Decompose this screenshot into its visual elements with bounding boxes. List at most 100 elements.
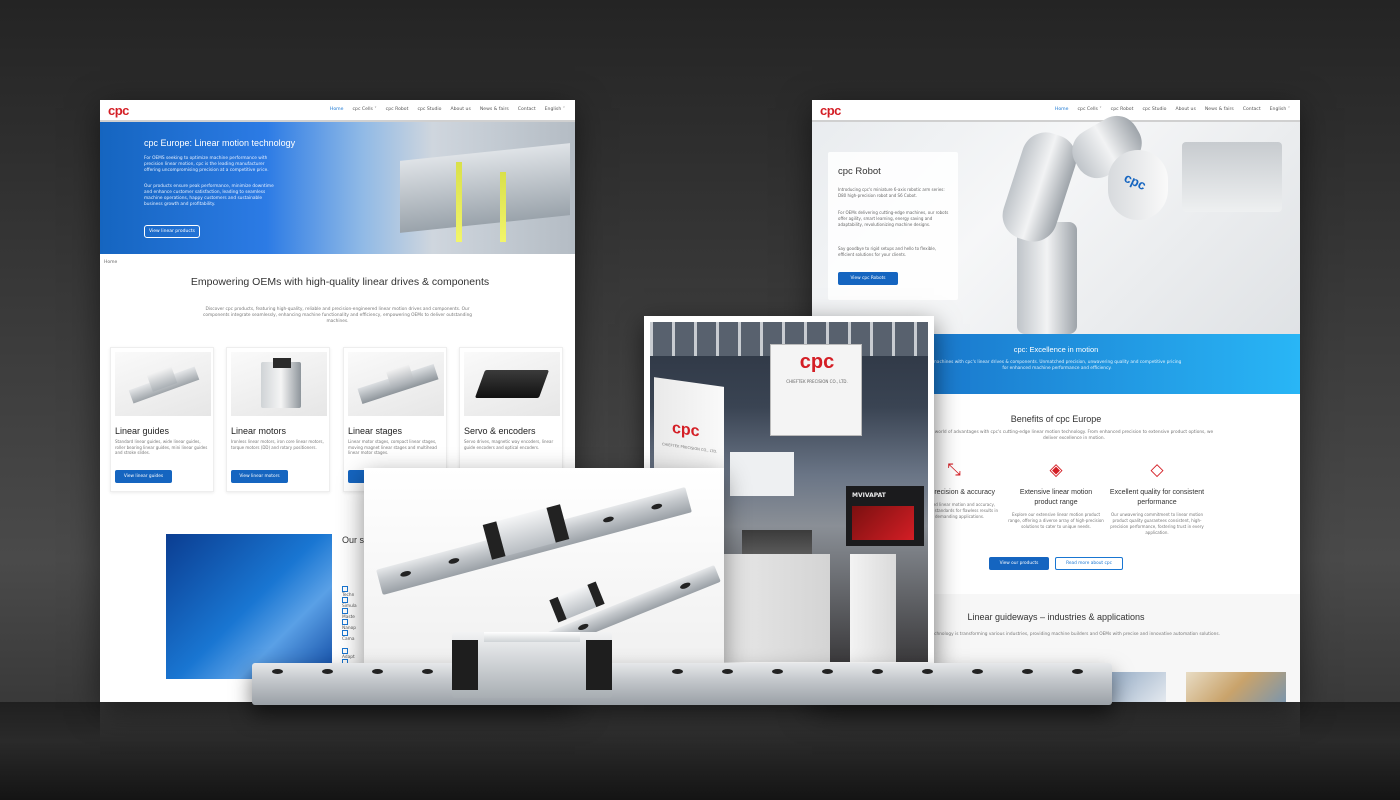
visitors-crowd xyxy=(742,530,812,554)
checkbox-icon xyxy=(342,608,348,614)
cpc-logo[interactable]: cpc xyxy=(820,103,841,118)
card-text: Servo drives, magnetic way encoders, lin… xyxy=(464,439,554,450)
robot-hero: cpc cpc Robot Introducing cpc's miniatur… xyxy=(812,107,1300,334)
machine-image xyxy=(400,143,570,233)
benefits-heading: Benefits of cpc Europe xyxy=(1010,414,1102,424)
nav-news[interactable]: News & fairs xyxy=(1205,107,1234,112)
view-our-products-button[interactable]: View our products xyxy=(989,557,1049,570)
view-cpc-robots-button[interactable]: View cpc Robots xyxy=(838,272,898,285)
nav-home[interactable]: Home xyxy=(1055,107,1069,112)
nav-links: Home cpc Cells ˅ cpc Robot cpc Studio Ab… xyxy=(1055,107,1290,112)
hanging-sign: cpc CHIEFTEK PRECISION CO., LTD. xyxy=(770,344,862,436)
breadcrumb[interactable]: Home xyxy=(104,260,117,265)
nav-robot[interactable]: cpc Robot xyxy=(1111,107,1134,112)
band-text: machines with cpc's linear drives & comp… xyxy=(932,360,1182,371)
benefit-title: Excellent quality for consistent perform… xyxy=(1109,489,1205,506)
manufacturing-image: Our s... need Techn Simula Maste Nanop C… xyxy=(166,534,394,679)
nav-language[interactable]: English ˅ xyxy=(545,107,565,112)
floor-reflection xyxy=(100,702,1300,742)
benefit-item: ◈ Extensive linear motion product range … xyxy=(1008,460,1104,530)
benefit-text: Explore our extensive linear motion prod… xyxy=(1008,512,1104,529)
hero-paragraph: For OEMS seeking to optimize machine per… xyxy=(144,156,269,173)
hero-paragraph: For OEMs delivering cutting-edge machine… xyxy=(838,210,949,227)
card-title: Linear motors xyxy=(231,426,287,436)
product-card[interactable]: Linear guides Standard linear guides, wi… xyxy=(110,347,214,492)
nav-cells[interactable]: cpc Cells ˅ xyxy=(1078,107,1102,112)
nav-studio[interactable]: cpc Studio xyxy=(1142,107,1166,112)
view-linear-motors-button[interactable]: View linear motors xyxy=(231,470,288,483)
card-title: Linear guides xyxy=(115,426,170,436)
dispenser-beam xyxy=(456,162,462,242)
card-title: Servo & encoders xyxy=(464,426,536,436)
card-text: Linear motor stages, compact linear stag… xyxy=(348,439,437,455)
nav-news[interactable]: News & fairs xyxy=(480,107,509,112)
hero-paragraph: Say goodbye to rigid setups and hello to… xyxy=(838,246,937,257)
linear-motor-image xyxy=(231,352,327,416)
benefit-title: Extensive linear motion product range xyxy=(1019,489,1093,506)
card-title: Linear stages xyxy=(348,426,403,436)
check-item: Adapt xyxy=(342,648,355,660)
check-item: Techn xyxy=(342,586,354,598)
section-heading: Empowering OEMs with high-quality linear… xyxy=(190,276,490,288)
display-stand xyxy=(850,554,896,662)
benefit-text: Our unwavering commitment to linear moti… xyxy=(1110,512,1204,535)
robot-info-card: cpc Robot Introducing cpc's miniature 6-… xyxy=(828,152,958,300)
linear-guide-image xyxy=(115,352,211,416)
booth-panel xyxy=(730,452,794,496)
robot-logo: cpc xyxy=(1121,169,1149,194)
check-item: Simula xyxy=(342,597,357,609)
check-item: Maste xyxy=(342,608,355,620)
view-linear-guides-button[interactable]: View linear guides xyxy=(115,470,172,483)
hero-paragraph: Our products ensure peak performance, mi… xyxy=(144,184,274,207)
checkbox-icon xyxy=(342,630,348,636)
robot-wrist: cpc xyxy=(1108,150,1168,220)
view-linear-products-button[interactable]: View linear products xyxy=(144,225,200,238)
application-thumbnail[interactable] xyxy=(1186,672,1286,702)
reception-counter xyxy=(722,554,830,662)
cpc-sign-logo: cpc xyxy=(799,351,835,373)
nav-about[interactable]: About us xyxy=(451,107,471,112)
benefits-intro: world of advantages with cpc's cutting-e… xyxy=(934,430,1214,441)
nav-contact[interactable]: Contact xyxy=(1243,107,1261,112)
cpc-logo[interactable]: cpc xyxy=(108,103,129,118)
nav-cells[interactable]: cpc Cells ˅ xyxy=(353,107,377,112)
section-intro: Discover cpc products, featuring high-qu… xyxy=(202,307,473,324)
checkbox-icon xyxy=(342,597,348,603)
servo-encoder-image xyxy=(464,352,560,416)
read-more-button[interactable]: Read more about cpc xyxy=(1055,557,1123,570)
layers-icon: ◈ xyxy=(1049,460,1063,480)
card-text: Ironless linear motors, iron core linear… xyxy=(231,439,324,450)
card-text: Standard linear guides, wide linear guid… xyxy=(115,439,208,455)
hero-paragraph: Introducing cpc's miniature 6-axis robot… xyxy=(838,187,945,198)
sign-subtitle: CHIEFTEK PRECISION CO., LTD. xyxy=(786,379,848,384)
robot-gripper xyxy=(1182,142,1282,212)
checkbox-icon xyxy=(342,648,348,654)
top-navbar: cpc Home cpc Cells ˅ cpc Robot cpc Studi… xyxy=(812,100,1300,122)
foreground-carriage-block xyxy=(452,632,612,698)
side-logo: cpc xyxy=(672,419,700,441)
nav-about[interactable]: About us xyxy=(1176,107,1196,112)
checkbox-icon xyxy=(342,586,348,592)
hero-title: cpc Robot xyxy=(838,166,881,177)
product-card[interactable]: Linear motors Ironless linear motors, ir… xyxy=(226,347,330,492)
linear-stage-image xyxy=(348,352,444,416)
nav-links: Home cpc Cells ˅ cpc Robot cpc Studio Ab… xyxy=(330,107,565,112)
check-item: Cama xyxy=(342,630,354,642)
checkbox-icon xyxy=(342,619,348,625)
nav-language[interactable]: English ˅ xyxy=(1270,107,1290,112)
nav-home[interactable]: Home xyxy=(330,107,344,112)
nav-contact[interactable]: Contact xyxy=(518,107,536,112)
dispenser-beam xyxy=(500,172,506,242)
nav-robot[interactable]: cpc Robot xyxy=(386,107,409,112)
arrows-inward-icon: ⤡ xyxy=(947,460,961,480)
guideways-text: ar technology is transforming various in… xyxy=(924,632,1220,637)
foreground-guide-rail xyxy=(252,663,1112,705)
hero-title: cpc Europe: Linear motion technology xyxy=(144,138,296,148)
nav-studio[interactable]: cpc Studio xyxy=(417,107,441,112)
exhibitor-banner: MVIVAPAT xyxy=(852,492,886,499)
diamond-icon: ◇ xyxy=(1150,460,1164,480)
hero-banner: cpc Europe: Linear motion technology For… xyxy=(100,122,575,254)
top-navbar: cpc Home cpc Cells ˅ cpc Robot cpc Studi… xyxy=(100,100,575,122)
side-subtitle: CHIEFTEK PRECISION CO., LTD. xyxy=(662,442,718,454)
booth-panel: MVIVAPAT xyxy=(846,486,924,546)
